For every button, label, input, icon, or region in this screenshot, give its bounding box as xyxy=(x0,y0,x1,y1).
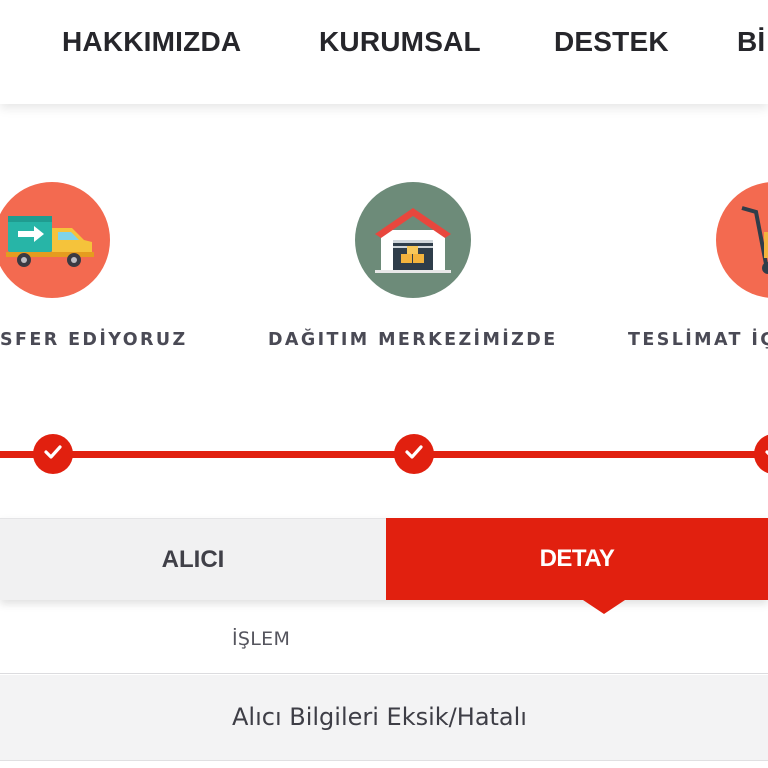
top-navigation: HAKKIMIZDA KURUMSAL DESTEK Bİ xyxy=(0,0,768,104)
cell-islem: Alıcı Bilgileri Eksik/Hatalı xyxy=(232,703,527,731)
tab-alici[interactable]: ALICI xyxy=(0,518,386,600)
table-header: İŞLEM xyxy=(0,600,768,674)
tracking-steps: SFER EDİYORUZ DAĞITIM MERKEZİMİZDE TESLİ… xyxy=(0,104,768,518)
nav-hakkimizda[interactable]: HAKKIMIZDA xyxy=(62,26,241,58)
nav-kurumsal[interactable]: KURUMSAL xyxy=(319,26,481,58)
check-icon xyxy=(404,444,424,465)
column-header-islem: İŞLEM xyxy=(232,628,291,650)
step-label-transfer: SFER EDİYORUZ xyxy=(0,330,188,350)
table-row: Alıcı Bilgileri Eksik/Hatalı xyxy=(0,675,768,761)
step-check-3 xyxy=(754,434,768,474)
check-icon xyxy=(43,444,63,465)
nav-destek[interactable]: DESTEK xyxy=(554,26,669,58)
delivery-truck-icon xyxy=(0,182,110,298)
step-check-2 xyxy=(394,434,434,474)
progress-line xyxy=(0,451,768,458)
warehouse-icon xyxy=(355,182,471,298)
step-label-distribution-center: DAĞITIM MERKEZİMİZDE xyxy=(268,330,558,350)
step-label-delivery: TESLİMAT İÇ xyxy=(628,330,768,350)
check-icon xyxy=(764,444,768,465)
nav-bi[interactable]: Bİ xyxy=(737,26,765,58)
tab-detay[interactable]: DETAY xyxy=(386,518,768,600)
hand-truck-icon xyxy=(716,182,768,298)
active-tab-pointer xyxy=(580,598,628,614)
detail-tabs: ALICI DETAY xyxy=(0,518,768,600)
step-check-1 xyxy=(33,434,73,474)
